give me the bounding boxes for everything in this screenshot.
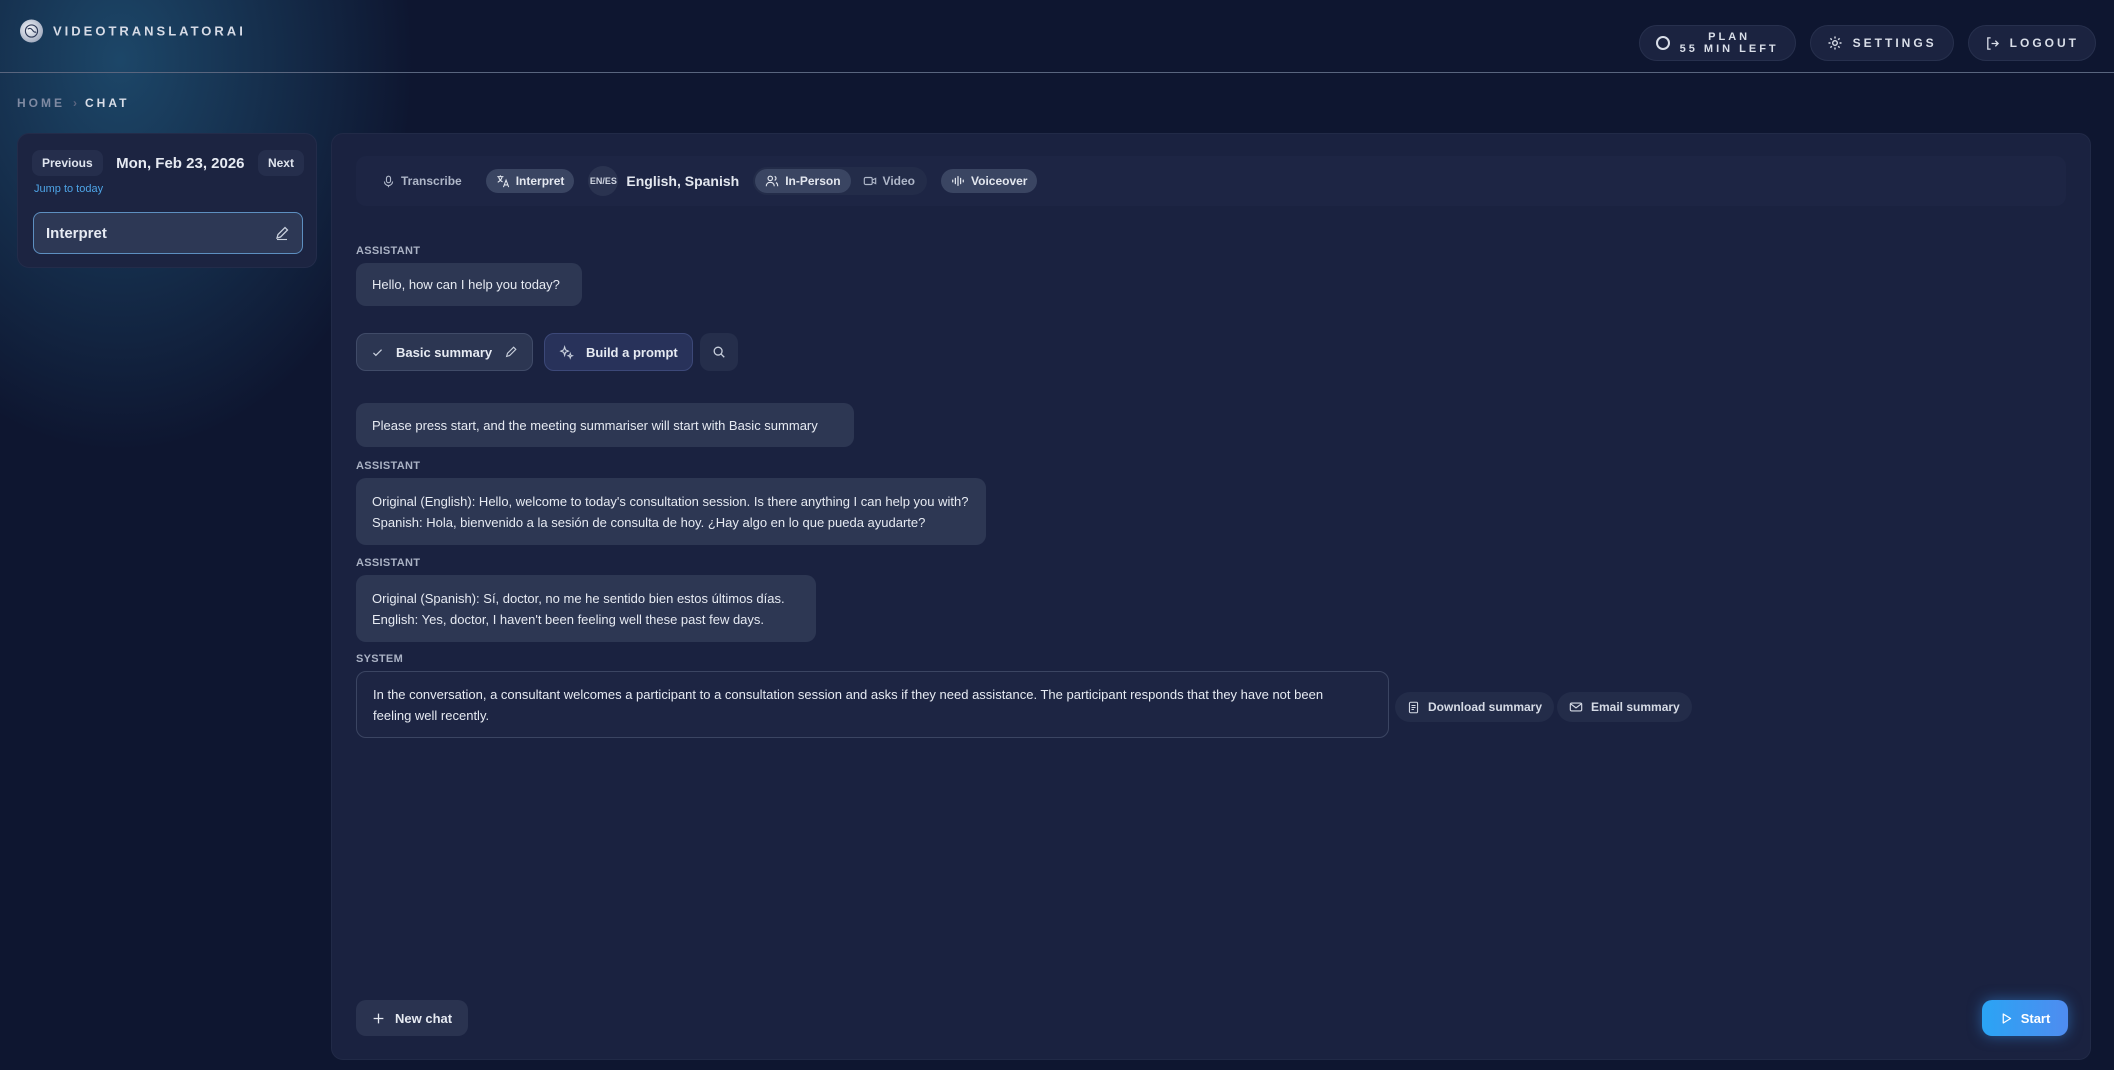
message-role: ASSISTANT bbox=[356, 460, 421, 472]
message-line: Please press start, and the meeting summ… bbox=[372, 417, 818, 433]
settings-label: SETTINGS bbox=[1852, 36, 1937, 50]
language-label: English, Spanish bbox=[626, 173, 740, 189]
edit-pencil-icon[interactable] bbox=[274, 225, 290, 241]
sidebar-chat-title: Interpret bbox=[46, 224, 107, 242]
edit-pencil-icon[interactable] bbox=[504, 345, 518, 359]
mail-icon bbox=[1569, 700, 1583, 714]
jump-to-today-link[interactable]: Jump to today bbox=[34, 183, 103, 195]
message-line: In the conversation, a consultant welcom… bbox=[373, 686, 1324, 702]
message-role: ASSISTANT bbox=[356, 245, 421, 257]
chat-panel: Transcribe Interpret EN/ES English, Span… bbox=[331, 133, 2091, 1060]
voiceover-toggle[interactable]: Voiceover bbox=[941, 169, 1038, 193]
current-date: Mon, Feb 23, 2026 bbox=[116, 154, 245, 172]
users-icon bbox=[765, 174, 779, 188]
message-line: Hello, how can I help you today? bbox=[372, 277, 560, 292]
in-person-label: In-Person bbox=[785, 174, 841, 188]
session-type-toggle: In-Person Video bbox=[753, 167, 927, 195]
microphone-icon bbox=[382, 175, 395, 188]
assistant-message: Original (English): Hello, welcome to to… bbox=[356, 478, 986, 545]
message-line: Original (English): Hello, welcome to to… bbox=[372, 493, 969, 509]
start-label: Start bbox=[2020, 1010, 2051, 1026]
tab-in-person[interactable]: In-Person bbox=[755, 169, 851, 193]
message-line: Original (Spanish): Sí, doctor, no me he… bbox=[372, 590, 785, 606]
play-icon bbox=[2000, 1012, 2013, 1025]
plan-text: PLAN 55 MIN LEFT bbox=[1680, 31, 1779, 55]
globe-logo-icon bbox=[20, 19, 43, 43]
breadcrumb-home[interactable]: HOME bbox=[17, 96, 65, 110]
assistant-message: Original (Spanish): Sí, doctor, no me he… bbox=[356, 575, 816, 642]
message-role: SYSTEM bbox=[356, 653, 404, 665]
document-icon bbox=[1407, 701, 1420, 714]
start-button[interactable]: Start bbox=[1982, 1000, 2068, 1036]
video-label: Video bbox=[882, 174, 915, 188]
system-summary-message: In the conversation, a consultant welcom… bbox=[356, 671, 1389, 738]
breadcrumb: HOME › CHAT bbox=[17, 96, 129, 110]
info-message: Please press start, and the meeting summ… bbox=[356, 403, 854, 447]
gear-icon bbox=[1827, 35, 1843, 51]
sparkles-icon bbox=[559, 344, 574, 360]
transcribe-label: Transcribe bbox=[401, 174, 462, 188]
email-summary-label: Email summary bbox=[1591, 700, 1680, 714]
message-line: English: Yes, doctor, I haven't been fee… bbox=[372, 611, 765, 627]
settings-button[interactable]: SETTINGS bbox=[1809, 25, 1954, 61]
logout-button[interactable]: LOGOUT bbox=[1967, 25, 2096, 61]
new-chat-button[interactable]: New chat bbox=[356, 1000, 469, 1036]
assistant-message: Hello, how can I help you today? bbox=[356, 263, 582, 306]
tab-interpret[interactable]: Interpret bbox=[485, 169, 575, 193]
message-line: Spanish: Hola, bienvenido a la sesión de… bbox=[372, 514, 926, 530]
plan-remaining: 55 MIN LEFT bbox=[1679, 43, 1779, 55]
plus-icon bbox=[372, 1012, 385, 1025]
logout-icon bbox=[1985, 36, 2000, 51]
plan-ring-icon bbox=[1655, 36, 1670, 50]
translate-icon bbox=[496, 174, 510, 188]
tab-video[interactable]: Video bbox=[853, 169, 925, 193]
sidebar-chat-item[interactable]: Interpret bbox=[33, 212, 303, 254]
date-navigator: Previous Mon, Feb 23, 2026 Next bbox=[32, 150, 304, 176]
new-chat-label: New chat bbox=[395, 1010, 453, 1026]
interpret-label: Interpret bbox=[515, 174, 565, 188]
breadcrumb-current: CHAT bbox=[85, 96, 130, 110]
plan-button[interactable]: PLAN 55 MIN LEFT bbox=[1638, 25, 1796, 61]
build-prompt-label: Build a prompt bbox=[586, 344, 678, 360]
check-icon bbox=[371, 346, 384, 359]
basic-summary-chip[interactable]: Basic summary bbox=[356, 333, 534, 371]
breadcrumb-separator: › bbox=[73, 96, 77, 110]
mode-toolbar: Transcribe Interpret EN/ES English, Span… bbox=[356, 156, 2066, 206]
top-bar: VIDEOTRANSLATORAI PLAN 55 MIN LEFT SETTI… bbox=[0, 0, 2114, 73]
top-actions: PLAN 55 MIN LEFT SETTINGS LOGOUT bbox=[1638, 25, 2096, 61]
build-prompt-chip[interactable]: Build a prompt bbox=[544, 333, 693, 371]
audio-wave-icon bbox=[951, 174, 965, 188]
message-line: feeling well recently. bbox=[373, 707, 490, 723]
logout-label: LOGOUT bbox=[2009, 36, 2079, 50]
search-prompt-button[interactable] bbox=[700, 333, 738, 371]
next-day-button[interactable]: Next bbox=[257, 150, 304, 176]
tab-transcribe[interactable]: Transcribe bbox=[372, 169, 472, 193]
email-summary-button[interactable]: Email summary bbox=[1557, 692, 1692, 722]
message-role: ASSISTANT bbox=[356, 557, 421, 569]
search-icon bbox=[712, 345, 726, 359]
language-selector[interactable]: EN/ES English, Spanish bbox=[588, 166, 739, 196]
plan-title: PLAN bbox=[1708, 31, 1751, 43]
previous-day-button[interactable]: Previous bbox=[32, 150, 103, 176]
basic-summary-label: Basic summary bbox=[396, 344, 493, 360]
language-code-badge: EN/ES bbox=[588, 166, 619, 196]
download-summary-label: Download summary bbox=[1428, 700, 1543, 714]
video-camera-icon bbox=[863, 174, 877, 188]
brand[interactable]: VIDEOTRANSLATORAI bbox=[20, 19, 246, 43]
brand-name: VIDEOTRANSLATORAI bbox=[53, 23, 246, 39]
voiceover-label: Voiceover bbox=[971, 174, 1028, 188]
sidebar: Previous Mon, Feb 23, 2026 Next Jump to … bbox=[17, 133, 317, 268]
download-summary-button[interactable]: Download summary bbox=[1395, 692, 1555, 722]
